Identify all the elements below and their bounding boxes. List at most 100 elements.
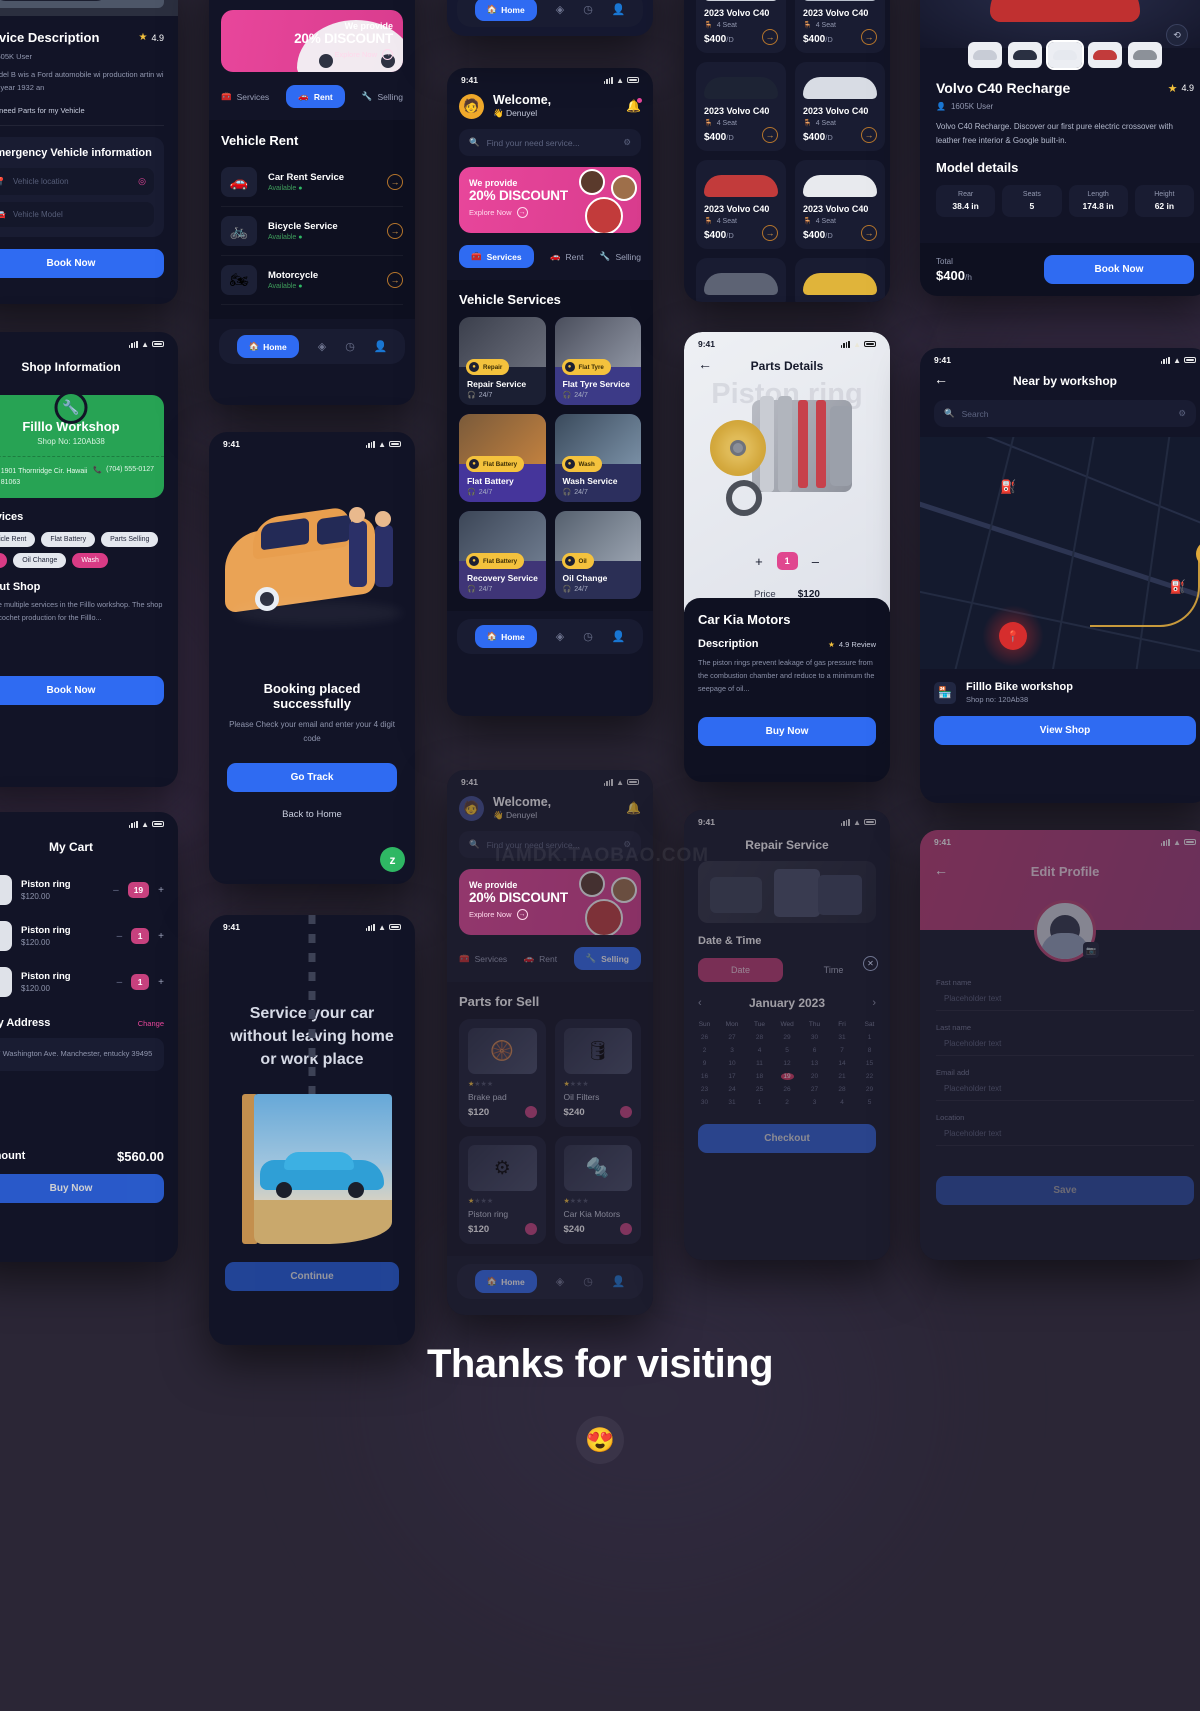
calendar-day[interactable]: 1 xyxy=(863,1034,876,1041)
screen-date-time[interactable]: 9:41 ▲ Repair Service Date & Time Date T… xyxy=(684,810,890,1260)
promo-cta[interactable]: Explore Now xyxy=(334,50,377,59)
bottom-nav[interactable]: 🏠 Home ◈ ◷ 👤 xyxy=(219,329,405,364)
go-track-button[interactable]: Go Track xyxy=(227,763,397,793)
car-card[interactable]: 2023 Volvo C40 🪑 4 Seat $400/D → xyxy=(696,160,786,249)
calendar-day[interactable]: 1 xyxy=(753,1099,766,1106)
screen-onboarding[interactable]: 9:41 ▲ Service your car without leaving … xyxy=(209,915,415,1345)
vehicle-location-input[interactable]: 📍 Vehicle location ◎ xyxy=(0,167,154,195)
arrow-right-icon[interactable]: → xyxy=(861,127,877,143)
screen-booking-success[interactable]: 9:41 ▲ Booking placed successfully Pleas… xyxy=(209,432,415,884)
calendar-day[interactable]: 26 xyxy=(781,1086,794,1093)
calendar-day[interactable]: 24 xyxy=(726,1086,739,1093)
calendar-day[interactable]: 27 xyxy=(808,1086,821,1093)
nav-clock-icon[interactable]: ◷ xyxy=(345,340,355,353)
arrow-right-icon[interactable]: → xyxy=(762,29,778,45)
calendar-day[interactable]: 6 xyxy=(808,1047,821,1054)
tab-selling[interactable]: 🔧 Selling xyxy=(600,251,641,262)
calendar-day[interactable]: 27 xyxy=(726,1034,739,1041)
calendar-day[interactable]: 30 xyxy=(808,1034,821,1041)
calendar-day-selected[interactable]: 19 xyxy=(780,1073,794,1080)
calendar-day[interactable]: 7 xyxy=(836,1047,849,1054)
gas-station-icon-2[interactable]: ⛽ xyxy=(1170,579,1186,595)
add-to-cart-icon[interactable] xyxy=(524,1223,537,1235)
calendar-day[interactable]: 17 xyxy=(726,1073,739,1080)
book-now-button[interactable]: Book Now xyxy=(0,248,164,278)
tab-rent[interactable]: 🚗 Rent xyxy=(550,251,584,262)
increase-button[interactable]: + xyxy=(158,931,164,942)
car-card[interactable]: 2023 Volvo C40 🪑 4 Seat $400/D → xyxy=(696,62,786,151)
calendar-day[interactable]: 31 xyxy=(836,1034,849,1041)
back-icon[interactable]: ← xyxy=(934,863,948,877)
avatar[interactable]: 🧑 xyxy=(459,795,484,821)
screen-edit-profile[interactable]: 9:41 ▲ ← Edit Profile 📷 Fast name Placeh… xyxy=(920,830,1200,1260)
screen-my-cart[interactable]: 9:41 ▲ My Cart ⚙ Piston ring $120.00 – 1… xyxy=(0,812,178,1262)
category-tabs[interactable]: 🧰 Services 🚗 Rent 🔧 Selling xyxy=(459,947,641,970)
buy-now-button[interactable]: Buy Now xyxy=(0,1173,164,1203)
calendar-day[interactable]: 16 xyxy=(698,1073,711,1080)
category-tabs[interactable]: 🧰 Services 🚗 Rent 🔧 Selling xyxy=(459,245,641,268)
rent-item[interactable]: 🚗 Car Rent Service Available ● → xyxy=(221,158,403,207)
calendar-day[interactable]: 12 xyxy=(781,1060,794,1067)
screen-parts-details[interactable]: 9:41 ▲ ← Parts Details Piston ring + 1 – xyxy=(684,332,890,782)
calendar-day[interactable]: 30 xyxy=(698,1099,711,1106)
arrow-right-icon[interactable]: → xyxy=(387,174,403,190)
nav-home[interactable]: 🏠 Home xyxy=(236,335,299,358)
car-thumbnail[interactable] xyxy=(1128,42,1162,68)
calendar-day[interactable]: 23 xyxy=(698,1086,711,1093)
checkout-button[interactable]: Checkout xyxy=(698,1124,876,1153)
calendar-day[interactable]: 8 xyxy=(863,1047,876,1054)
screen-nav-fragment[interactable]: 🏠 Home ◈ ◷ 👤 xyxy=(447,0,653,36)
screen-services-home[interactable]: 9:41 ▲ 🧑 Welcome, 👋 Denuyel 🔔 🔍 Find you… xyxy=(447,68,653,716)
calendar-day[interactable]: 2 xyxy=(698,1047,711,1054)
calendar-day[interactable]: 3 xyxy=(726,1047,739,1054)
service-card[interactable]: ● Flat Battery Flat Battery 🎧 24/7 xyxy=(459,414,546,502)
car-thumbnail[interactable] xyxy=(1088,42,1122,68)
service-tag[interactable]: Vehicle Rent xyxy=(0,532,36,548)
calendar-day[interactable]: 25 xyxy=(753,1086,766,1093)
nav-clock-icon[interactable]: ◷ xyxy=(583,1275,593,1288)
profile-fields[interactable]: Fast name Placeholder text Last name Pla… xyxy=(920,930,1200,1146)
calendar-day[interactable]: 31 xyxy=(726,1099,739,1106)
screen-shop-information[interactable]: 9:41 ▲ Shop Information 🔧 Filllo Worksho… xyxy=(0,332,178,787)
bottom-nav[interactable]: 🏠 Home ◈ ◷ 👤 xyxy=(457,619,643,654)
add-to-cart-icon[interactable] xyxy=(524,1106,537,1118)
service-tag[interactable]: Parts Selling xyxy=(101,532,159,548)
quantity-stepper[interactable]: + 1 – xyxy=(684,552,890,570)
book-now-button[interactable]: Book Now xyxy=(1044,255,1194,284)
nav-location-icon[interactable]: ◈ xyxy=(556,1275,564,1288)
continue-button[interactable]: Continue xyxy=(225,1261,399,1291)
calendar-day[interactable]: 18 xyxy=(753,1073,766,1080)
car-card[interactable] xyxy=(696,258,786,302)
camera-icon[interactable]: 📷 xyxy=(1083,942,1099,958)
calendar-day[interactable]: 29 xyxy=(781,1034,794,1041)
part-card[interactable]: 🔩 ★★★★ Car Kia Motors $240 xyxy=(554,1136,641,1244)
back-icon[interactable]: ← xyxy=(698,357,712,371)
calendar-day[interactable]: 28 xyxy=(836,1086,849,1093)
calendar-day[interactable]: 22 xyxy=(863,1073,876,1080)
field-placeholder[interactable]: Placeholder text xyxy=(936,1032,1194,1056)
nav-location-icon[interactable]: ◈ xyxy=(556,630,564,643)
service-card[interactable]: ● Flat Tyre Flat Tyre Service 🎧 24/7 xyxy=(554,317,641,405)
cart-item[interactable]: ⚙ Piston ring $120.00 – 1 + xyxy=(0,959,164,1005)
calendar-day[interactable]: 3 xyxy=(808,1099,821,1106)
avatar[interactable]: 🧑 xyxy=(459,93,484,119)
chat-bubble-icon[interactable]: z xyxy=(380,847,405,872)
nav-location-icon[interactable]: ◈ xyxy=(556,3,564,16)
calendar-day[interactable]: 20 xyxy=(808,1073,821,1080)
cart-item[interactable]: ⚙ Piston ring $120.00 – 1 + xyxy=(0,913,164,959)
arrow-right-icon[interactable]: → xyxy=(861,29,877,45)
decrease-button[interactable]: – xyxy=(117,931,123,942)
promo-cta[interactable]: Explore Now xyxy=(469,208,512,217)
car-card[interactable]: 2023 Volvo C40 🪑 4 Seat $400/D → xyxy=(795,62,885,151)
vehicle-model-input[interactable]: 🚘 Vehicle Model xyxy=(0,201,154,227)
promo-cta[interactable]: Explore Now xyxy=(469,910,512,919)
increase-button[interactable]: + xyxy=(158,885,164,896)
save-button[interactable]: Save xyxy=(936,1176,1194,1205)
calendar-day[interactable]: 29 xyxy=(863,1086,876,1093)
tab-rent[interactable]: 🚗 Rent xyxy=(524,953,558,964)
part-card[interactable]: 🛢 ★★★★ Oil Filters $240 xyxy=(554,1019,641,1127)
service-tag[interactable]: Car xyxy=(0,553,8,569)
back-icon[interactable]: ← xyxy=(934,372,948,386)
nav-home[interactable]: 🏠 Home xyxy=(474,0,537,21)
arrow-right-icon[interactable]: → xyxy=(387,272,403,288)
